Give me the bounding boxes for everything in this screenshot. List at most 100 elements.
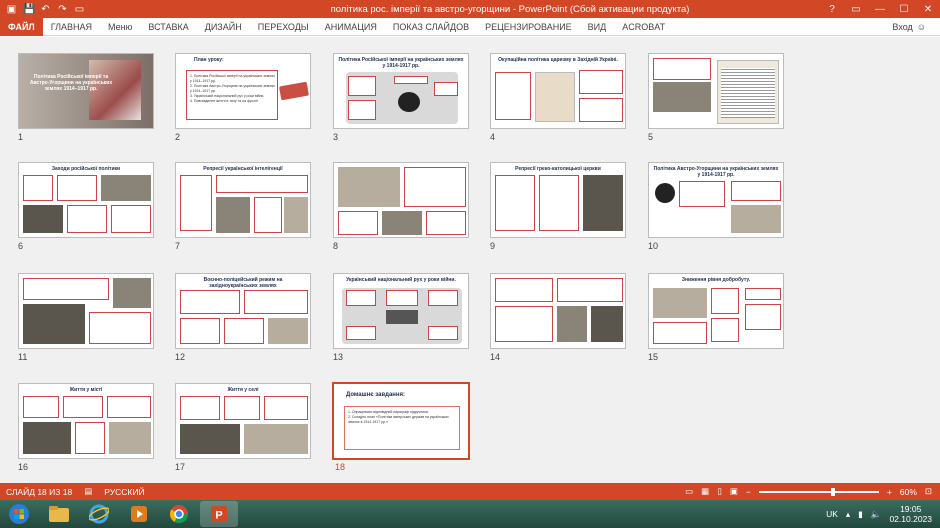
slide-thumb-6[interactable]: Заходи російської політики (18, 162, 154, 238)
slide-number: 1 (18, 132, 24, 142)
slide-thumb-14[interactable] (490, 273, 626, 349)
maximize-button[interactable]: ☐ (892, 4, 916, 15)
slide-thumb-12[interactable]: Воєнно-поліцейський режим на західноукра… (175, 273, 311, 349)
slide-number: 13 (333, 352, 344, 362)
homework-item: 2. Складіть план «Політика імперських де… (348, 415, 449, 424)
zoom-level[interactable]: 60% (900, 487, 917, 497)
save-icon[interactable]: 💾 (23, 4, 35, 15)
slide-title: Політика Австро-Угорщини на українських … (653, 166, 779, 178)
slide-thumb-13[interactable]: Український національний рух у роки війн… (333, 273, 469, 349)
slide-title: Воєнно-поліцейський режим на західноукра… (203, 277, 283, 289)
login-area[interactable]: Вход ☺ (892, 22, 940, 32)
tray-arrow-icon[interactable]: ▴ (846, 509, 850, 520)
smiley-icon: ☺ (916, 21, 926, 32)
tab-slideshow[interactable]: ПОКАЗ СЛАЙДОВ (385, 22, 477, 32)
svg-text:P: P (215, 510, 222, 522)
slide-thumb-11[interactable] (18, 273, 154, 349)
tab-file[interactable]: ФАЙЛ (0, 17, 43, 36)
slide-thumb-7[interactable]: Репресії української інтелігенції (175, 162, 311, 238)
slide-title: Репресії греко-католицької церкви (515, 166, 601, 172)
login-link[interactable]: Вход (892, 22, 912, 32)
slide-title: Життя у місті (69, 387, 103, 393)
slide-thumb-4[interactable]: Окупаційна політика царизму в Західній У… (490, 53, 626, 129)
slide-thumb-15[interactable]: Зниження рівня добробуту. (648, 273, 784, 349)
plan-item: 4. Повсякденне життя в тилу та на фронті (190, 99, 259, 103)
slide-thumb-17[interactable]: Життя у селі (175, 383, 311, 459)
clock-time: 19:05 (900, 504, 922, 514)
keyboard-language[interactable]: UK (826, 509, 838, 519)
status-bar: СЛАЙД 18 ИЗ 18 ▤ РУССКИЙ ▭ ▦ ▯ ▣ − + 60%… (0, 483, 940, 500)
reading-view-icon[interactable]: ▯ (717, 486, 722, 497)
slide-title: План уроку: (194, 57, 224, 63)
zoom-slider[interactable] (758, 487, 879, 496)
ie-icon[interactable] (80, 501, 118, 527)
window-controls: ? ▭ — ☐ ✕ (820, 4, 940, 15)
slide-thumb-10[interactable]: Політика Австро-Угорщини на українських … (648, 162, 784, 238)
slide-number: 18 (335, 462, 346, 472)
slide-title: Український національний рух у роки війн… (346, 277, 456, 283)
slide-thumb-1[interactable]: Політика Російської імперії та Австро-Уг… (18, 53, 154, 129)
slide-number: 15 (648, 352, 659, 362)
undo-icon[interactable]: ↶ (40, 4, 51, 15)
tab-insert[interactable]: ВСТАВКА (140, 22, 196, 32)
slide-number: 11 (18, 352, 28, 362)
slide-sorter: Політика Російської імперії та Австро-Уг… (0, 37, 940, 483)
window-title: політика рос. імперії та австро-угорщини… (330, 3, 690, 15)
tab-animation[interactable]: АНИМАЦИЯ (317, 22, 385, 32)
minimize-button[interactable]: — (868, 4, 892, 15)
slide-number: 16 (18, 462, 29, 472)
clock-date: 02.10.2023 (889, 514, 932, 524)
help-button[interactable]: ? (820, 4, 844, 15)
slide-thumb-3[interactable]: Політика Російської імперії на українськ… (333, 53, 469, 129)
slide-title: Домашнє завдання: (346, 392, 406, 398)
system-tray: UK ▴ ▮ 🔈 19:05 02.10.2023 (826, 504, 940, 524)
zoom-in-icon[interactable]: + (887, 487, 892, 497)
ribbon-display-button[interactable]: ▭ (844, 4, 868, 15)
powerpoint-icon[interactable]: P (200, 501, 238, 527)
slideshow-icon[interactable]: ▭ (74, 4, 85, 15)
redo-icon[interactable]: ↷ (57, 4, 68, 15)
explorer-icon[interactable] (40, 501, 78, 527)
slide-number: 4 (490, 132, 496, 142)
title-bar: ▣ 💾 ↶ ↷ ▭ політика рос. імперії та австр… (0, 0, 940, 18)
plan-item: 2. Політика Австро-Угорщини на українськ… (190, 84, 275, 93)
fit-slide-icon[interactable]: ⊡ (925, 486, 932, 497)
media-icon[interactable] (120, 501, 158, 527)
slide-count: СЛАЙД 18 ИЗ 18 (6, 486, 73, 497)
slide-sorter-view-icon[interactable]: ▦ (701, 486, 709, 497)
spellcheck-icon[interactable]: ▤ (84, 486, 92, 497)
tab-transitions[interactable]: ПЕРЕХОДЫ (250, 22, 317, 32)
slide-number: 3 (333, 132, 339, 142)
normal-view-icon[interactable]: ▭ (685, 486, 693, 497)
slide-number: 14 (490, 352, 501, 362)
slide-thumb-5[interactable] (648, 53, 784, 129)
tab-review[interactable]: РЕЦЕНЗИРОВАНИЕ (477, 22, 580, 32)
tab-acrobat[interactable]: ACROBAT (614, 22, 673, 32)
slideshow-view-icon[interactable]: ▣ (730, 486, 738, 497)
tab-design[interactable]: ДИЗАЙН (197, 22, 250, 32)
slide-number: 6 (18, 241, 24, 251)
clock[interactable]: 19:05 02.10.2023 (889, 504, 932, 524)
close-button[interactable]: ✕ (916, 4, 940, 15)
slide-thumb-9[interactable]: Репресії греко-католицької церкви (490, 162, 626, 238)
zoom-out-icon[interactable]: − (746, 487, 751, 497)
slide-thumb-8[interactable] (333, 162, 469, 238)
tab-view[interactable]: ВИД (580, 22, 615, 32)
tab-menu[interactable]: Меню (100, 22, 140, 32)
slide-number: 9 (490, 241, 496, 251)
chrome-icon[interactable] (160, 501, 198, 527)
slide-number: 12 (175, 352, 186, 362)
ribbon-tabs: ФАЙЛ ГЛАВНАЯ Меню ВСТАВКА ДИЗАЙН ПЕРЕХОД… (0, 17, 940, 36)
slide-number: 10 (648, 241, 659, 251)
language-indicator[interactable]: РУССКИЙ (104, 487, 144, 497)
slide-title: Репресії української інтелігенції (203, 166, 283, 172)
tab-home[interactable]: ГЛАВНАЯ (43, 22, 100, 32)
slide-thumb-2[interactable]: План уроку: 1. Політика Російської імпер… (175, 53, 311, 129)
slide-thumb-16[interactable]: Життя у місті (18, 383, 154, 459)
slide-thumb-18[interactable]: Домашнє завдання: 1. Опрацювати відповід… (332, 382, 470, 460)
volume-icon[interactable]: 🔈 (871, 509, 882, 520)
network-icon[interactable]: ▮ (858, 509, 863, 520)
zoom-slider-thumb[interactable] (830, 487, 835, 496)
start-button[interactable] (0, 501, 38, 527)
taskbar: P UK ▴ ▮ 🔈 19:05 02.10.2023 (0, 500, 940, 528)
